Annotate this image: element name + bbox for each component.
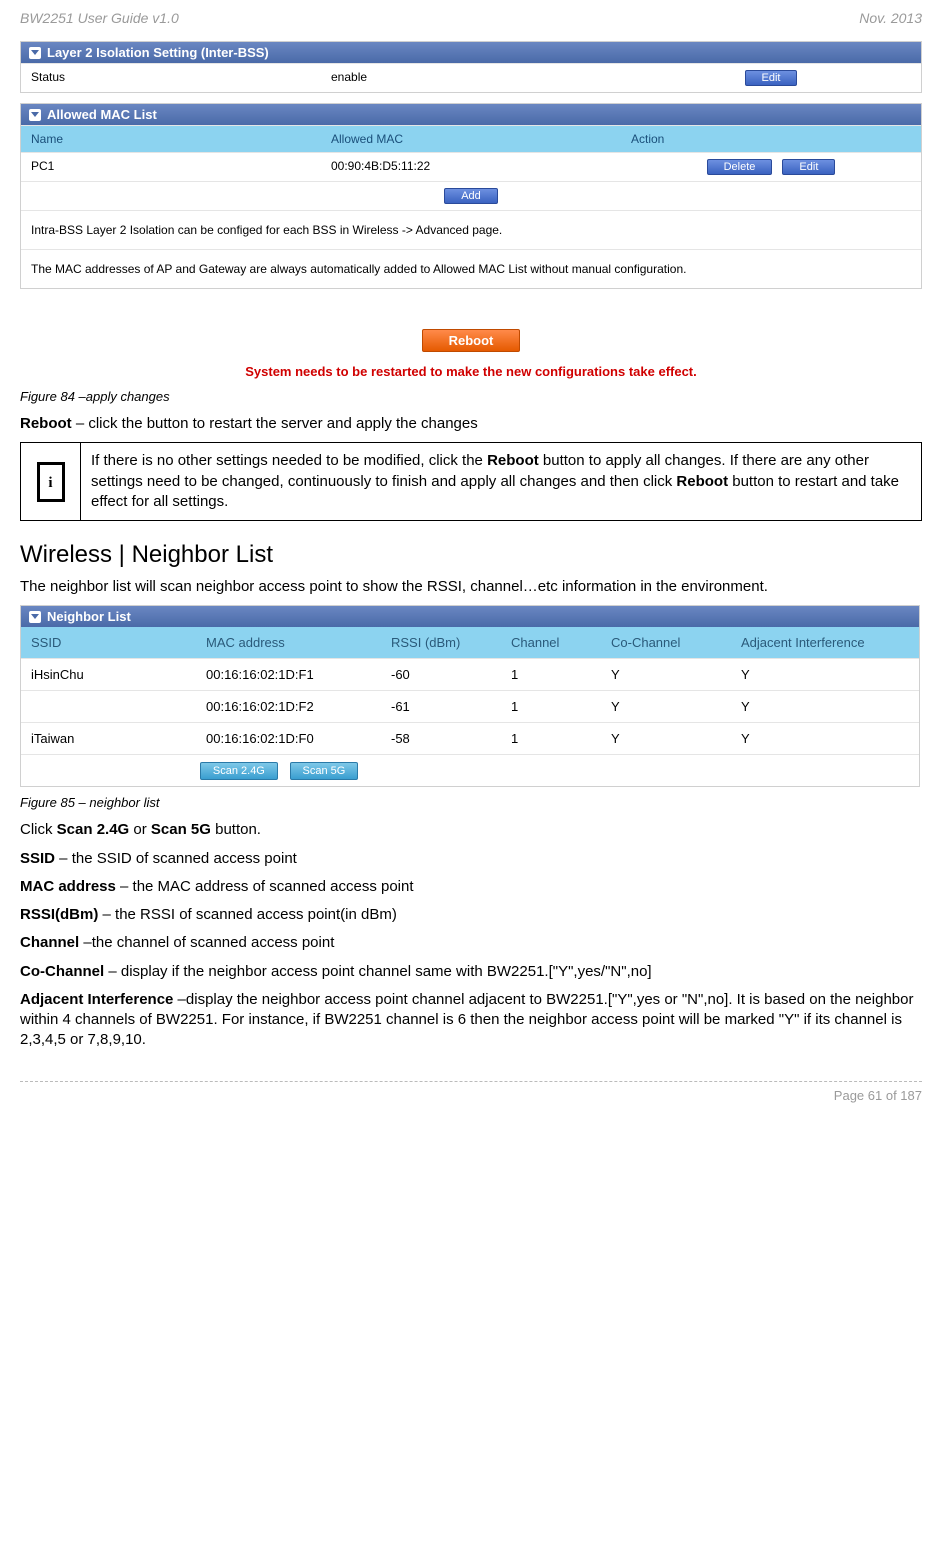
layer2-isolation-panel: Layer 2 Isolation Setting (Inter-BSS) St… [20,41,922,93]
layer2-title: Layer 2 Isolation Setting (Inter-BSS) [47,45,269,60]
neighbor-title: Neighbor List [47,609,131,624]
scan-2-4g-button[interactable]: Scan 2.4G [200,762,278,780]
table-row: PC1 00:90:4B:D5:11:22 Delete Edit [21,152,921,181]
info-icon: i [21,443,81,521]
scan-5g-button[interactable]: Scan 5G [290,762,359,780]
def-co-channel: Co-Channel – display if the neighbor acc… [20,962,922,982]
collapse-icon[interactable] [29,109,41,121]
col-co-channel: Co-Channel [601,627,731,658]
table-row: iHsinChu 00:16:16:02:1D:F1 -60 1 Y Y [21,658,919,690]
maclist-title: Allowed MAC List [47,107,157,122]
reboot-warning: System needs to be restarted to make the… [20,364,922,379]
collapse-icon[interactable] [29,611,41,623]
neighbor-panel-header: Neighbor List [21,606,919,627]
collapse-icon[interactable] [29,47,41,59]
maclist-note-1: Intra-BSS Layer 2 Isolation can be confi… [21,210,921,249]
col-ssid: SSID [21,627,196,658]
col-mac-address: MAC address [196,627,381,658]
page-header: BW2251 User Guide v1.0 Nov. 2013 [20,10,922,26]
def-ssid: SSID – the SSID of scanned access point [20,849,922,869]
col-rssi: RSSI (dBm) [381,627,501,658]
info-note-table: i If there is no other settings needed t… [20,442,922,521]
add-button[interactable]: Add [444,188,498,204]
reboot-description: Reboot – click the button to restart the… [20,414,922,434]
def-mac: MAC address – the MAC address of scanned… [20,877,922,897]
col-adjacent-interference: Adjacent Interference [731,627,919,658]
table-row: iTaiwan 00:16:16:02:1D:F0 -58 1 Y Y [21,722,919,754]
mac-name-cell: PC1 [21,153,321,181]
delete-button[interactable]: Delete [707,159,773,175]
def-channel: Channel –the channel of scanned access p… [20,933,922,953]
layer2-panel-header: Layer 2 Isolation Setting (Inter-BSS) [21,42,921,63]
col-name: Name [21,126,321,152]
page-footer: Page 61 of 187 [20,1081,922,1103]
wireless-neighbor-heading: Wireless | Neighbor List [20,541,922,569]
figure-84-caption: Figure 84 –apply changes [20,389,922,404]
wireless-intro: The neighbor list will scan neighbor acc… [20,577,922,597]
edit-button[interactable]: Edit [782,159,835,175]
maclist-note-2: The MAC addresses of AP and Gateway are … [21,249,921,288]
def-rssi: RSSI(dBm) – the RSSI of scanned access p… [20,905,922,925]
status-label: Status [21,64,321,92]
header-right: Nov. 2013 [859,10,922,26]
neighbor-column-headers: SSID MAC address RSSI (dBm) Channel Co-C… [21,627,919,658]
col-channel: Channel [501,627,601,658]
mac-address-cell: 00:90:4B:D5:11:22 [321,153,621,181]
allowed-mac-list-panel: Allowed MAC List Name Allowed MAC Action… [20,103,922,289]
click-scan-line: Click Scan 2.4G or Scan 5G button. [20,820,922,840]
reboot-button[interactable]: Reboot [422,329,521,352]
neighbor-list-panel: Neighbor List SSID MAC address RSSI (dBm… [20,605,920,787]
info-note-text: If there is no other settings needed to … [81,443,922,521]
table-row: 00:16:16:02:1D:F2 -61 1 Y Y [21,690,919,722]
header-left: BW2251 User Guide v1.0 [20,10,179,26]
col-action: Action [621,126,921,152]
def-adjacent-interference: Adjacent Interference –display the neigh… [20,990,922,1051]
edit-button[interactable]: Edit [745,70,798,86]
figure-85-caption: Figure 85 – neighbor list [20,795,922,810]
maclist-panel-header: Allowed MAC List [21,104,921,125]
col-allowed-mac: Allowed MAC [321,126,621,152]
status-value: enable [321,64,621,92]
